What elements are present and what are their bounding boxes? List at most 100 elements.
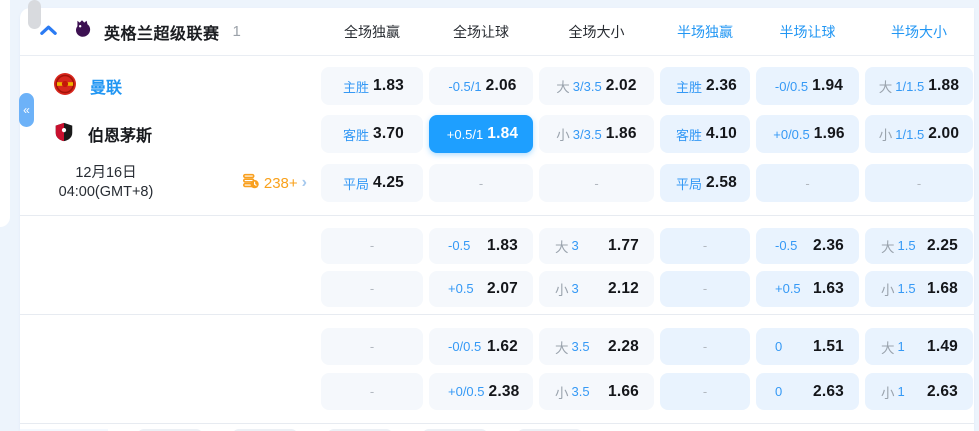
- odds-label: 3.5: [571, 339, 590, 354]
- odds-prefix: 小: [881, 282, 895, 298]
- odds-cell[interactable]: 小 3.5 1.66: [539, 373, 654, 410]
- odds-cell[interactable]: 0 1.51: [756, 328, 859, 365]
- odds-value: 1.49: [927, 337, 958, 355]
- odds-cell[interactable]: -0/0.5 1.62: [429, 328, 533, 365]
- away-team[interactable]: 伯恩茅斯: [20, 120, 315, 149]
- odds-prefix: 大: [556, 80, 570, 95]
- odds-cell[interactable]: 小 1/1.5 2.00: [865, 115, 973, 153]
- odds-cell[interactable]: +0/0.5 1.96: [756, 115, 859, 153]
- odds-label: -0.5: [775, 238, 798, 253]
- league-header: 英格兰超级联赛 1 全场独赢 全场让球 全场大小 半场独赢 半场让球 半场大小: [20, 8, 974, 56]
- odds-cell-empty: -: [660, 373, 750, 410]
- league-card: 英格兰超级联赛 1 全场独赢 全场让球 全场大小 半场独赢 半场让球 半场大小 …: [20, 8, 974, 431]
- odds-cell[interactable]: -0.5 1.83: [429, 227, 533, 264]
- odds-value: 2.38: [488, 382, 520, 400]
- away-team-name: 伯恩茅斯: [88, 128, 153, 145]
- sidebar-collapse-tab[interactable]: «: [19, 93, 34, 127]
- odds-label: 0: [775, 384, 783, 399]
- odds-cell[interactable]: 大 1.5 2.25: [865, 227, 973, 264]
- column-header-halftime-overunder: 半场大小: [891, 23, 947, 40]
- odds-value: 2.63: [813, 382, 844, 400]
- odds-value: 1.51: [813, 337, 844, 355]
- odds-cell[interactable]: -0/0.5 1.94: [756, 67, 859, 105]
- odds-label: 1: [897, 339, 905, 354]
- odds-cell-selected[interactable]: +0.5/1 1.84: [429, 115, 533, 153]
- scrollbar-thumb[interactable]: [28, 0, 41, 29]
- odds-cell[interactable]: 客胜 3.70: [321, 115, 423, 153]
- odds-value: 4.25: [373, 174, 404, 191]
- odds-value: 1.63: [813, 279, 844, 297]
- odds-cell[interactable]: +0.5 2.07: [429, 270, 533, 307]
- manchester-united-crest-icon: [53, 72, 77, 101]
- odds-label: 主胜: [676, 79, 703, 95]
- odds-cell[interactable]: 大 1 1.49: [865, 328, 973, 365]
- odds-cell[interactable]: 小 1 2.63: [865, 373, 973, 410]
- odds-cell[interactable]: 小 1.5 1.68: [865, 270, 973, 307]
- main-odds-section: 曼联 主胜 1.83 -0.5/1 2.06 大 3/3.5 2.02 主胜 2.36 -…: [20, 56, 974, 208]
- odds-label: 3/3.5: [572, 126, 602, 142]
- no-odds-dash: -: [594, 175, 599, 191]
- odds-label: +0.5: [775, 281, 801, 296]
- odds-cell-empty: -: [865, 164, 973, 202]
- odds-cell[interactable]: +0/0.5 2.38: [429, 373, 533, 410]
- no-odds-dash: -: [702, 339, 708, 354]
- odds-prefix: 小: [881, 385, 895, 401]
- odds-value: 2.28: [608, 337, 639, 355]
- no-odds-dash: -: [369, 238, 375, 253]
- odds-prefix: 大: [881, 239, 895, 255]
- odds-label: +0.5: [448, 281, 474, 296]
- odds-cell[interactable]: 大 3/3.5 2.02: [539, 67, 654, 105]
- home-team[interactable]: 曼联: [20, 72, 315, 101]
- odds-value: 2.58: [706, 174, 737, 191]
- odds-cell[interactable]: 客胜 4.10: [660, 115, 750, 153]
- odds-label: 3/3.5: [572, 78, 602, 94]
- odds-value: 1.86: [605, 125, 637, 142]
- odds-cell[interactable]: -0.5 2.36: [756, 227, 859, 264]
- odds-cell[interactable]: 大 3.5 2.28: [539, 328, 654, 365]
- odds-cell[interactable]: -0.5/1 2.06: [429, 67, 533, 105]
- odds-cell-empty: -: [321, 328, 423, 365]
- odds-label: +0/0.5: [448, 384, 485, 399]
- odds-label: -0.5/1: [448, 78, 482, 94]
- odds-cell[interactable]: 大 1/1.5 1.88: [865, 67, 973, 105]
- odds-cell[interactable]: 平局 2.58: [660, 164, 750, 202]
- odds-label: +0/0.5: [773, 126, 810, 142]
- odds-value: 2.02: [605, 77, 637, 94]
- odds-cell[interactable]: 小 3 2.12: [539, 270, 654, 307]
- odds-value: 1.68: [927, 279, 958, 297]
- odds-label: 客胜: [676, 127, 703, 143]
- odds-cell-empty: -: [660, 227, 750, 264]
- odds-cell[interactable]: 0 2.63: [756, 373, 859, 410]
- markets-count-icon: [242, 172, 260, 194]
- odds-label: 平局: [676, 176, 703, 192]
- alt-line-row: - +0/0.5 2.38 小 3.5 1.66 - 0 2.63 小 1 2.63: [20, 369, 974, 414]
- odds-cell-empty: -: [539, 164, 654, 202]
- odds-prefix: 小: [878, 128, 893, 143]
- odds-value: 1.94: [812, 77, 844, 94]
- odds-label: 0: [775, 339, 783, 354]
- odds-label: -0/0.5: [774, 78, 809, 94]
- odds-cell[interactable]: 小 3/3.5 1.86: [539, 115, 654, 153]
- odds-cell[interactable]: 主胜 2.36: [660, 67, 750, 105]
- odds-value: 1.62: [487, 337, 518, 355]
- odds-cell-empty: -: [756, 164, 859, 202]
- odds-label: -0/0.5: [448, 339, 482, 354]
- alt-lines-section-2: - -0/0.5 1.62 大 3.5 2.28 - 0 1.51 大 1 1.49 - +…: [20, 315, 974, 414]
- odds-cell[interactable]: +0.5 1.63: [756, 270, 859, 307]
- odds-label: 1.5: [897, 281, 916, 296]
- bournemouth-crest-icon: [53, 120, 75, 149]
- odds-value: 1.83: [373, 77, 404, 94]
- more-markets-button[interactable]: 238+ ›: [236, 171, 313, 195]
- odds-value: 2.36: [706, 77, 737, 94]
- home-team-name: 曼联: [90, 80, 123, 97]
- column-header-fulltime-handicap: 全场让球: [453, 23, 509, 40]
- column-header-halftime-1x2: 半场独赢: [677, 23, 733, 40]
- odds-cell[interactable]: 主胜 1.83: [321, 67, 423, 105]
- odds-cell[interactable]: 平局 4.25: [321, 164, 423, 202]
- odds-cell[interactable]: 大 3 1.77: [539, 227, 654, 264]
- match-time: 04:00(GMT+8): [58, 184, 154, 200]
- odds-prefix: 小: [555, 282, 569, 298]
- no-odds-dash: -: [369, 339, 375, 354]
- odds-label: 3.5: [571, 384, 590, 399]
- home-team-row: 曼联 主胜 1.83 -0.5/1 2.06 大 3/3.5 2.02 主胜 2.36 -…: [20, 62, 974, 110]
